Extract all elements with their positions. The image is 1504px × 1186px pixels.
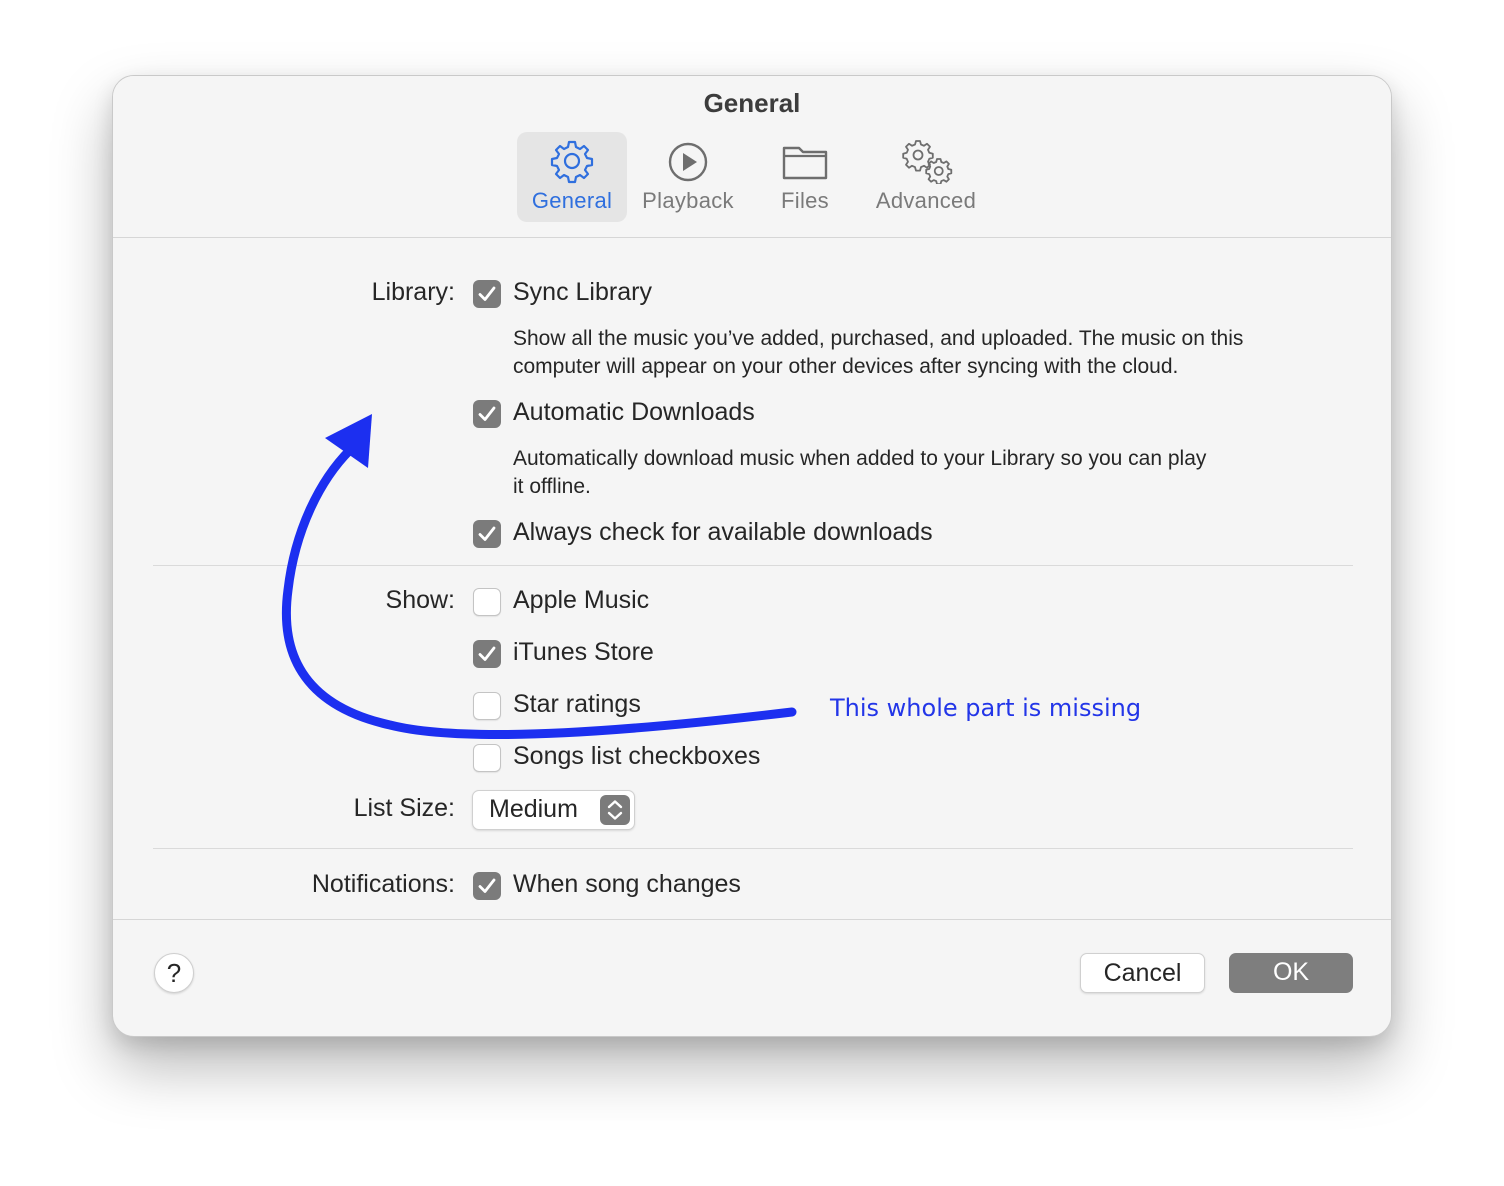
apple-music-label[interactable]: Apple Music	[513, 586, 649, 615]
checkmark-icon	[478, 406, 496, 421]
sync-library-description-line1: Show all the music you’ve added, purchas…	[513, 327, 1244, 350]
help-button[interactable]: ?	[154, 953, 194, 993]
annotation-text: This whole part is missing	[830, 694, 1142, 722]
preferences-window: General General Playback Files Advanced …	[112, 75, 1392, 1037]
itunes-store-label[interactable]: iTunes Store	[513, 638, 654, 667]
tab-label: Files	[781, 188, 829, 213]
ok-button[interactable]: OK	[1229, 953, 1353, 993]
sync-library-description-line2: computer will appear on your other devic…	[513, 355, 1179, 378]
tab-playback[interactable]: Playback	[633, 132, 743, 222]
star-ratings-checkbox[interactable]	[473, 692, 501, 720]
list-size-label: List Size:	[353, 794, 455, 822]
list-size-popup[interactable]: Medium	[472, 790, 635, 830]
checkmark-icon	[478, 646, 496, 661]
library-label: Library:	[371, 278, 455, 306]
automatic-downloads-description-line2: it offline.	[513, 475, 591, 498]
star-ratings-label[interactable]: Star ratings	[513, 690, 641, 719]
show-label: Show:	[385, 586, 455, 614]
play-circle-icon	[633, 138, 743, 184]
itunes-store-checkbox[interactable]	[473, 640, 501, 668]
checkmark-icon	[478, 286, 496, 301]
always-check-downloads-checkbox[interactable]	[473, 520, 501, 548]
when-song-changes-checkbox[interactable]	[473, 872, 501, 900]
tab-advanced[interactable]: Advanced	[863, 132, 989, 222]
automatic-downloads-description-line1: Automatically download music when added …	[513, 447, 1207, 470]
apple-music-checkbox[interactable]	[473, 588, 501, 616]
gears-icon	[863, 138, 989, 184]
window-title: General	[703, 88, 801, 118]
automatic-downloads-label[interactable]: Automatic Downloads	[513, 398, 755, 427]
footer: ? Cancel OK	[113, 919, 1391, 1036]
tab-general[interactable]: General	[517, 132, 627, 222]
chevron-up-down-icon	[600, 795, 630, 825]
title-bar: General General Playback Files Advanced	[113, 76, 1391, 238]
songs-list-checkboxes-checkbox[interactable]	[473, 744, 501, 772]
list-size-value: Medium	[489, 795, 578, 823]
preferences-content: Library: Sync Library Show all the music…	[113, 238, 1391, 920]
sync-library-label[interactable]: Sync Library	[513, 278, 652, 307]
when-song-changes-label[interactable]: When song changes	[513, 870, 741, 899]
checkmark-icon	[478, 878, 496, 893]
tab-label: General	[531, 188, 613, 213]
tab-label: Advanced	[875, 188, 977, 213]
automatic-downloads-checkbox[interactable]	[473, 400, 501, 428]
tab-label: Playback	[642, 188, 734, 213]
sync-library-checkbox[interactable]	[473, 280, 501, 308]
section-divider	[153, 565, 1353, 566]
tab-files[interactable]: Files	[753, 132, 857, 222]
notifications-label: Notifications:	[311, 870, 455, 898]
gear-icon	[517, 138, 627, 184]
always-check-downloads-label[interactable]: Always check for available downloads	[513, 518, 933, 547]
cancel-button[interactable]: Cancel	[1080, 953, 1205, 993]
toolbar-tabs: General Playback Files Advanced	[113, 132, 1391, 224]
section-divider	[153, 848, 1353, 849]
checkmark-icon	[478, 526, 496, 541]
folder-icon	[753, 138, 857, 184]
songs-list-checkboxes-label[interactable]: Songs list checkboxes	[513, 742, 760, 771]
